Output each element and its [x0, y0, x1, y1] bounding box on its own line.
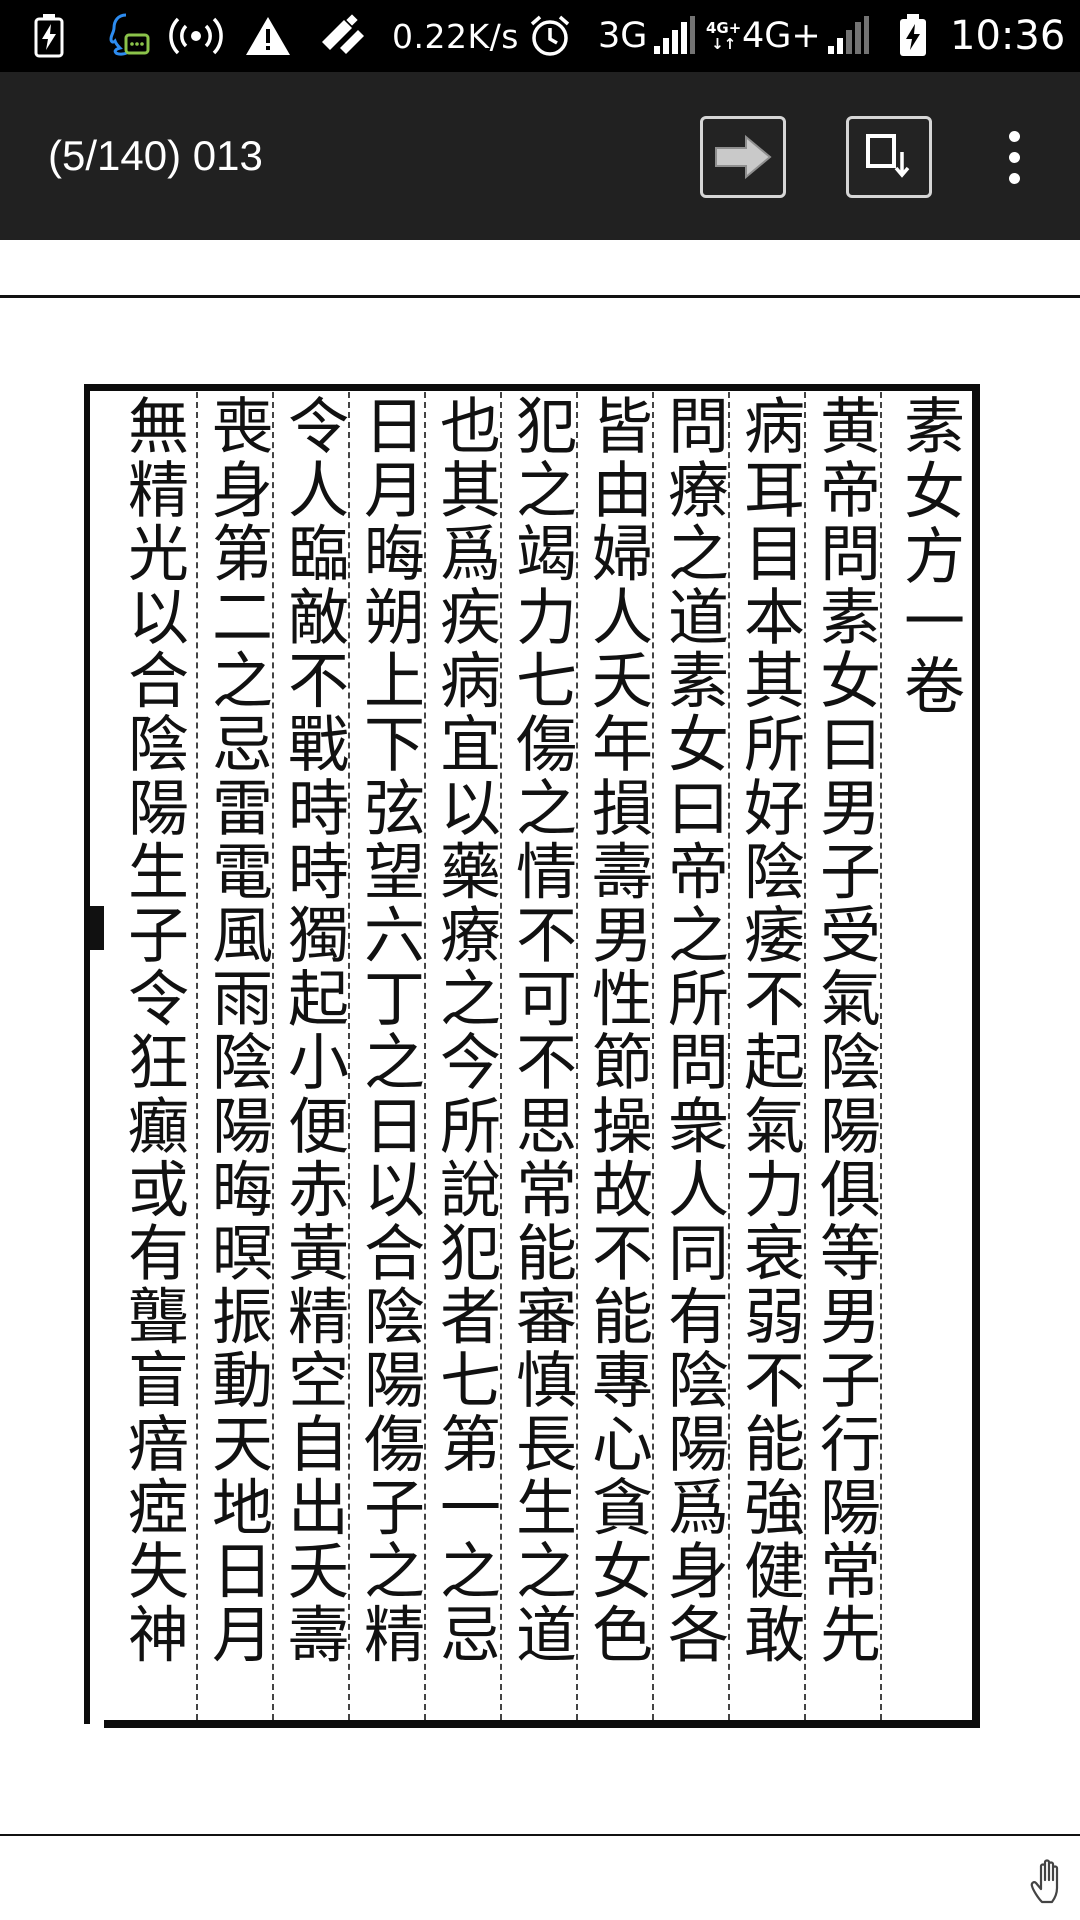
text-column: 喪身第二之忌雷電風雨陰陽晦暝振動天地日月	[201, 394, 272, 1666]
network-4g-small-arrows: ↓↑	[711, 35, 737, 53]
battery-icon	[898, 0, 928, 72]
text-column: 素女方一卷	[893, 394, 964, 719]
network-4g-small: 4G+ ↓↑	[706, 0, 741, 72]
hand-icon[interactable]	[1030, 1856, 1074, 1910]
text-column: 病耳目本其所好陰痿不起氣力衰弱不能強健敢	[733, 394, 804, 1666]
arrow-right-icon	[715, 134, 772, 180]
text-column: 皆由婦人夭年損壽男性節操故不能專心貪女色	[581, 394, 652, 1666]
text-column: 日月晦朔上下弦望六丁之日以合陰陽傷子之精	[353, 394, 424, 1666]
text-column: 犯之竭力七傷之情不可不思常能審慎長生之道	[505, 394, 576, 1666]
extract-page-icon	[866, 134, 910, 178]
more-vertical-icon	[1008, 130, 1020, 142]
warning-icon	[244, 0, 292, 72]
page-border-right	[972, 384, 980, 1728]
network-speed: 0.22K/s	[392, 16, 519, 56]
document-viewer[interactable]: 素女方一卷 黄帝問素女曰男子受氣陰陽俱等男子行陽常先 病耳目本其所好陰痿不起氣力…	[0, 240, 1080, 1920]
signal-icon	[826, 0, 870, 72]
binding-mark	[90, 906, 104, 950]
more-options-button[interactable]	[994, 116, 1034, 198]
battery-charging-icon	[34, 0, 64, 72]
text-column: 問療之道素女曰帝之所問衆人同有陰陽爲身各	[657, 394, 728, 1666]
text-column: 令人臨敵不戰時時獨起小便赤黃精空自出夭壽	[277, 394, 348, 1666]
text-column: 無精光以合陰陽生子令狂癲或有聾盲瘖瘂失神	[117, 394, 188, 1666]
signal-icon	[652, 0, 696, 72]
alarm-icon	[528, 0, 572, 72]
network-4g: 4G+	[742, 16, 821, 56]
page-border-top	[84, 384, 980, 391]
qq-message-icon	[104, 0, 150, 72]
page-divider-bottom	[0, 1834, 1080, 1836]
network-4g-small-label: 4G+	[706, 19, 742, 37]
page-divider-top	[0, 295, 1080, 298]
page-title: (5/140) 013	[48, 132, 263, 179]
network-3g: 3G	[598, 16, 648, 56]
page-border-left	[84, 384, 90, 1724]
extract-page-button[interactable]	[846, 116, 932, 198]
status-bar: 0.22K/s 3G 4G+ ↓↑ 4G+ 10:36	[0, 0, 1080, 72]
scanned-page[interactable]: 素女方一卷 黄帝問素女曰男子受氣陰陽俱等男子行陽常先 病耳目本其所好陰痿不起氣力…	[84, 384, 982, 1732]
text-column: 也其爲疾病宜以藥療之今所說犯者七第一之忌	[429, 394, 500, 1666]
tool-icon	[318, 0, 368, 72]
next-page-button[interactable]	[700, 116, 786, 198]
app-toolbar: (5/140) 013	[0, 72, 1080, 240]
status-time: 10:36	[950, 13, 1066, 59]
hotspot-icon	[168, 0, 224, 72]
text-column: 黄帝問素女曰男子受氣陰陽俱等男子行陽常先	[809, 394, 880, 1666]
